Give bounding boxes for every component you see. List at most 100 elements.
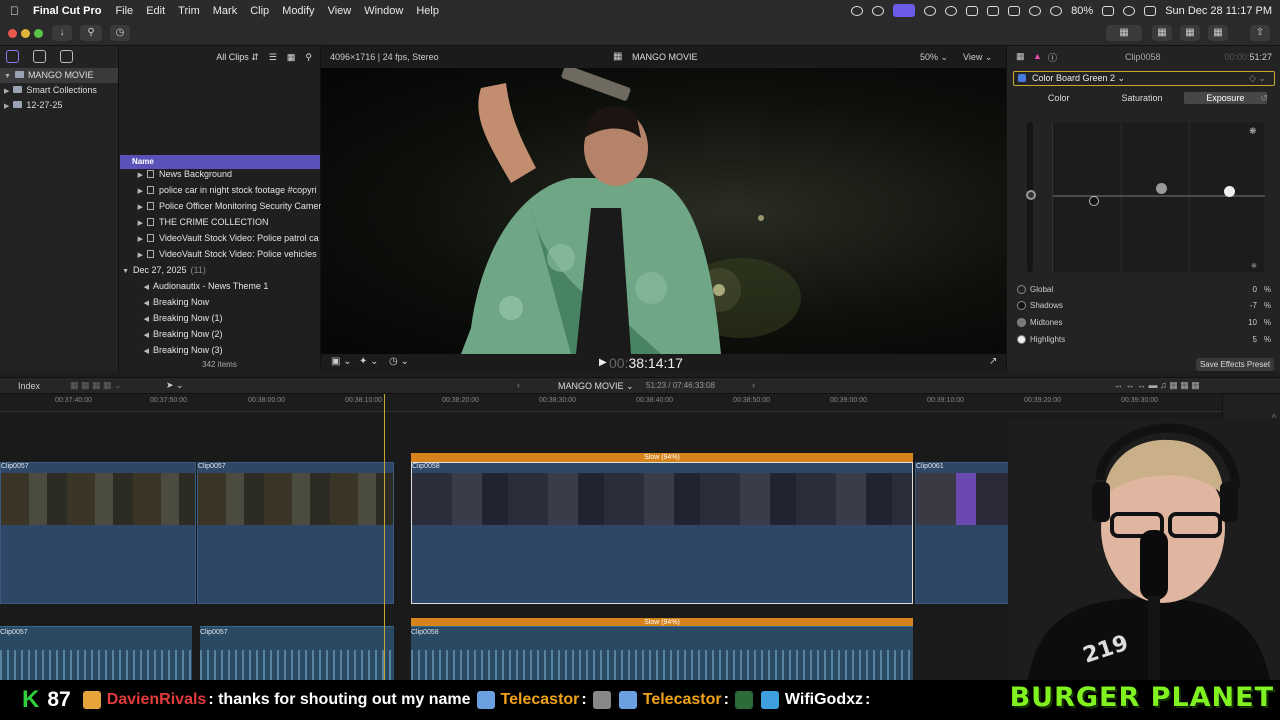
battery-icon[interactable] (1102, 5, 1115, 16)
save-effects-preset-button[interactable]: Save Effects Preset (1196, 358, 1274, 371)
video-inspector-icon[interactable]: ▦ (1016, 51, 1025, 62)
menu-trim[interactable]: Trim (178, 5, 200, 17)
color-inspector-icon[interactable]: ▲ (1033, 51, 1042, 61)
menu-window[interactable]: Window (364, 5, 403, 17)
param-highlights[interactable]: Highlights 5% (1017, 332, 1273, 348)
skimming-icons[interactable]: ↔ ↔ ↔ ▬ ♫ ▦ ▦ ▦ (1114, 380, 1200, 391)
video-frame[interactable] (321, 68, 1006, 354)
titles-generators-tab-icon[interactable] (60, 50, 73, 63)
disclosure-open-icon[interactable]: ▼ (4, 73, 11, 80)
background-tasks-icon[interactable]: ◷ (110, 25, 130, 41)
menu-clock[interactable]: Sun Dec 28 11:17 PM (1165, 5, 1272, 17)
control-center-icon[interactable] (1144, 5, 1157, 16)
list-item[interactable]: ◀ Breaking Now (2) (119, 326, 321, 342)
fullscreen-icon[interactable]: ↗ (989, 356, 997, 367)
search-icon[interactable] (1123, 5, 1136, 16)
list-item[interactable]: ◀ Breaking Now (1) (119, 310, 321, 326)
audio-clip[interactable]: Clip0057 (200, 626, 394, 680)
display-icon[interactable] (987, 5, 1000, 16)
midtones-puck[interactable] (1156, 183, 1167, 194)
enhance-icon[interactable]: ✦ ⌄ (359, 356, 379, 367)
menu-file[interactable]: File (115, 5, 133, 17)
list-item[interactable]: ▶ News Background (119, 166, 321, 182)
list-item[interactable]: ▶ VideoVault Stock Video: Police patrol c… (119, 230, 321, 246)
bluetooth-icon[interactable] (1029, 5, 1042, 16)
keyframe-icon[interactable]: ◇ ⌄ (1249, 72, 1266, 85)
share-dropdown-icon[interactable]: ▦ (1106, 25, 1142, 41)
menu-help[interactable]: Help (416, 5, 439, 17)
menu-edit[interactable]: Edit (146, 5, 165, 17)
list-item[interactable]: ◀ Audionautix - News Theme 1 (119, 278, 321, 294)
audio-clip[interactable]: Clip0057 (0, 626, 192, 680)
keywords-icon[interactable]: ⚲ (80, 25, 102, 41)
playhead[interactable] (384, 394, 385, 680)
inspector-toggle-icon[interactable]: ▦ (1208, 25, 1228, 41)
app-name-menu[interactable]: Final Cut Pro (33, 5, 101, 17)
reset-icon[interactable]: ↺ (1260, 93, 1268, 104)
list-item[interactable]: ◀ Breaking Now (3) (119, 342, 321, 358)
edit-tools-icon[interactable]: ▦ ▦ ▦ ▦ ⌄ (70, 380, 122, 391)
menu-mark[interactable]: Mark (213, 5, 237, 17)
menu-modify[interactable]: Modify (282, 5, 314, 17)
list-item[interactable]: ▶ police car in night stock footage #copy… (119, 182, 321, 198)
stage-manager-icon[interactable] (893, 4, 916, 17)
wifi-icon[interactable] (1050, 5, 1063, 16)
play-button[interactable]: ▶ (599, 357, 607, 368)
color-board-selector[interactable]: Color Board Green 2 ⌄ ◇ ⌄ (1013, 71, 1275, 86)
timeline-ruler[interactable]: 00:37:40:00 00:37:50:00 00:38:00:00 00:3… (0, 394, 1222, 412)
all-clips-filter[interactable]: All Clips ⇵ (216, 52, 259, 63)
param-midtones[interactable]: Midtones 10% (1017, 315, 1273, 331)
list-item[interactable]: ▶ THE CRIME COLLECTION (119, 214, 321, 230)
close-window-button[interactable] (8, 29, 17, 38)
shadows-puck[interactable] (1089, 196, 1099, 206)
import-icon[interactable]: ↓ (52, 25, 72, 41)
disclosure-closed-icon[interactable]: ▶ (4, 103, 9, 110)
exposure-board[interactable]: ❋ ❋ (1052, 122, 1265, 272)
clip-appearance-icon[interactable]: ▦ (287, 52, 296, 63)
search-icon[interactable]: ⚲ (305, 52, 312, 63)
apple-menu-icon[interactable]:  (10, 4, 19, 18)
date-group-row[interactable]: ▼ Dec 27, 2025 (11) (119, 262, 321, 278)
highlights-puck[interactable] (1224, 186, 1235, 197)
zoom-dropdown[interactable]: 50% ⌄ (920, 52, 948, 63)
enabled-checkbox[interactable] (1018, 74, 1026, 82)
timeline-toggle-icon[interactable]: ▦ (1180, 25, 1200, 41)
library-item[interactable]: ▼ MANGO MOVIE (0, 68, 118, 83)
project-dropdown[interactable]: MANGO MOVIE ⌄ (558, 381, 634, 392)
param-global[interactable]: Global 0% (1017, 282, 1273, 298)
tab-color[interactable]: Color (1017, 92, 1100, 104)
record-icon[interactable] (851, 5, 864, 16)
timecode-display[interactable]: 00:38:14:17 (609, 355, 683, 371)
disclosure-closed-icon[interactable]: ▶ (4, 88, 9, 95)
list-view-icon[interactable]: ☰ (269, 52, 277, 63)
select-tool-icon[interactable]: ➤ ⌄ (166, 380, 184, 391)
menu-clip[interactable]: Clip (250, 5, 269, 17)
crop-icon[interactable]: ▣ ⌄ (331, 356, 352, 367)
globe-icon[interactable] (924, 5, 937, 16)
back-icon[interactable]: ‹ (517, 380, 520, 390)
tab-saturation[interactable]: Saturation (1100, 92, 1183, 104)
event-item[interactable]: ▶ 12-27-25 (0, 98, 118, 113)
keyboard-icon[interactable] (1008, 5, 1021, 16)
wheel-icon[interactable] (872, 5, 885, 16)
photos-audio-tab-icon[interactable] (33, 50, 46, 63)
timeline-clip[interactable]: Clip0057 (0, 462, 196, 604)
index-button[interactable]: Index (18, 381, 40, 391)
smart-collections-item[interactable]: ▶ Smart Collections (0, 83, 118, 98)
view-dropdown[interactable]: View ⌄ (963, 52, 992, 63)
retime-bar[interactable]: Slow (94%) (411, 453, 913, 462)
browser-toggle-icon[interactable]: ▦ (1152, 25, 1172, 41)
list-item[interactable]: ▶ Police Officer Monitoring Security Came… (119, 198, 321, 214)
minimize-window-button[interactable] (21, 29, 30, 38)
timeline-clip[interactable]: Clip0057 (197, 462, 394, 604)
list-item[interactable]: ◀ Breaking Now (119, 294, 321, 310)
master-puck[interactable] (1026, 190, 1036, 200)
volume-icon[interactable] (966, 5, 979, 16)
param-shadows[interactable]: Shadows -7% (1017, 298, 1273, 314)
tab-exposure[interactable]: Exposure (1183, 92, 1267, 104)
info-inspector-icon[interactable]: ⓘ (1048, 51, 1057, 64)
forward-icon[interactable]: › (752, 380, 755, 390)
list-item[interactable]: ▶ VideoVault Stock Video: Police vehicles (119, 246, 321, 262)
share-icon[interactable]: ⇧ (1250, 25, 1270, 41)
libraries-tab-icon[interactable] (6, 50, 19, 63)
